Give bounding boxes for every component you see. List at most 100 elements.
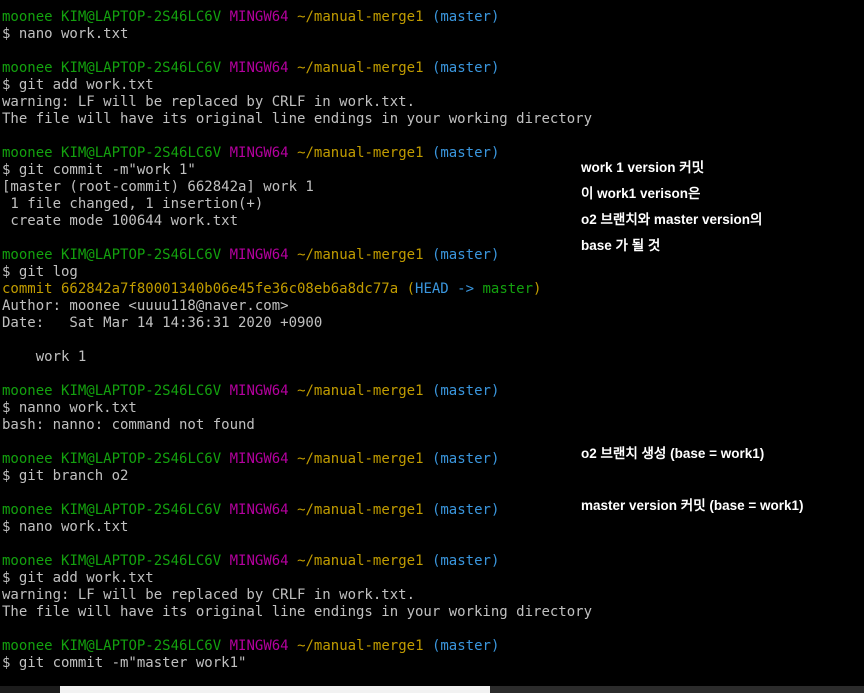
- output-line: bash: nanno: command not found: [2, 417, 255, 433]
- prompt-host: KIM@LAPTOP-2S46LC6V: [61, 247, 222, 263]
- annotation-master-version-commit: master version 커밋 (base = work1): [581, 498, 804, 513]
- output-line: The file will have its original line end…: [2, 604, 593, 620]
- prompt-user: moonee: [2, 145, 53, 161]
- prompt-host: KIM@LAPTOP-2S46LC6V: [61, 60, 222, 76]
- prompt-branch: (master): [431, 247, 500, 263]
- output-line: $ git commit -m"work 1": [2, 162, 196, 178]
- paren-open: (: [398, 281, 416, 297]
- prompt-user: moonee: [2, 383, 53, 399]
- paren-close: ): [533, 281, 542, 297]
- annotation-base: base 가 될 것: [581, 238, 661, 253]
- prompt-branch: (master): [431, 383, 500, 399]
- taskbar-segment-light: [60, 686, 490, 693]
- prompt-user: moonee: [2, 502, 53, 518]
- prompt-line: moonee KIM@LAPTOP-2S46LC6V MINGW64 ~/man…: [2, 553, 592, 570]
- prompt-path: ~/manual-merge1: [297, 638, 424, 654]
- output-line: Date: Sat Mar 14 14:36:31 2020 +0900: [2, 315, 323, 331]
- prompt-user: moonee: [2, 247, 53, 263]
- prompt-path: ~/manual-merge1: [297, 247, 424, 263]
- terminal-window[interactable]: moonee KIM@LAPTOP-2S46LC6V MINGW64 ~/man…: [0, 0, 864, 693]
- prompt-branch: (master): [431, 451, 500, 467]
- output-line: Author: moonee <uuuu118@naver.com>: [2, 298, 289, 314]
- prompt-path: ~/manual-merge1: [297, 9, 424, 25]
- prompt-host: KIM@LAPTOP-2S46LC6V: [61, 145, 222, 161]
- prompt-system: MINGW64: [229, 502, 289, 518]
- prompt-path: ~/manual-merge1: [297, 502, 424, 518]
- commit-hash: commit 662842a7f80001340b06e45fe36c08eb6…: [2, 281, 399, 297]
- output-line: $ nanno work.txt: [2, 400, 137, 416]
- prompt-system: MINGW64: [229, 638, 289, 654]
- prompt-branch: (master): [431, 60, 500, 76]
- taskbar-segment-dark: [490, 686, 864, 693]
- prompt-branch: (master): [431, 638, 500, 654]
- prompt-user: moonee: [2, 60, 53, 76]
- prompt-line: moonee KIM@LAPTOP-2S46LC6V MINGW64 ~/man…: [2, 502, 592, 519]
- prompt-host: KIM@LAPTOP-2S46LC6V: [61, 9, 222, 25]
- output-line: $ nano work.txt: [2, 519, 129, 535]
- annotation-o2-branch-created: o2 브랜치 생성 (base = work1): [581, 446, 765, 461]
- output-line: $ git branch o2: [2, 468, 129, 484]
- output-line: $ git add work.txt: [2, 570, 154, 586]
- annotation-o2-master-version: o2 브랜치와 master version의: [581, 212, 763, 227]
- commit-head-ref: HEAD: [415, 281, 449, 297]
- prompt-branch: (master): [431, 502, 500, 518]
- prompt-system: MINGW64: [229, 383, 289, 399]
- prompt-user: moonee: [2, 451, 53, 467]
- output-line: warning: LF will be replaced by CRLF in …: [2, 94, 416, 110]
- prompt-system: MINGW64: [229, 451, 289, 467]
- prompt-user: moonee: [2, 553, 53, 569]
- annotation-work1-commit: work 1 version 커밋: [581, 160, 705, 175]
- prompt-system: MINGW64: [229, 60, 289, 76]
- taskbar-strip: [0, 686, 864, 693]
- prompt-branch: (master): [431, 9, 500, 25]
- prompt-system: MINGW64: [229, 9, 289, 25]
- annotation-work1-version: 이 work1 verison은: [581, 186, 701, 201]
- prompt-path: ~/manual-merge1: [297, 451, 424, 467]
- output-line: 1 file changed, 1 insertion(+): [2, 196, 264, 212]
- output-line: $ nano work.txt: [2, 26, 129, 42]
- prompt-line: moonee KIM@LAPTOP-2S46LC6V MINGW64 ~/man…: [2, 247, 592, 264]
- prompt-host: KIM@LAPTOP-2S46LC6V: [61, 638, 222, 654]
- output-line: warning: LF will be replaced by CRLF in …: [2, 587, 416, 603]
- prompt-user: moonee: [2, 638, 53, 654]
- prompt-branch: (master): [431, 145, 500, 161]
- prompt-user: moonee: [2, 9, 53, 25]
- prompt-path: ~/manual-merge1: [297, 60, 424, 76]
- output-line: $ git commit -m"master work1": [2, 655, 247, 671]
